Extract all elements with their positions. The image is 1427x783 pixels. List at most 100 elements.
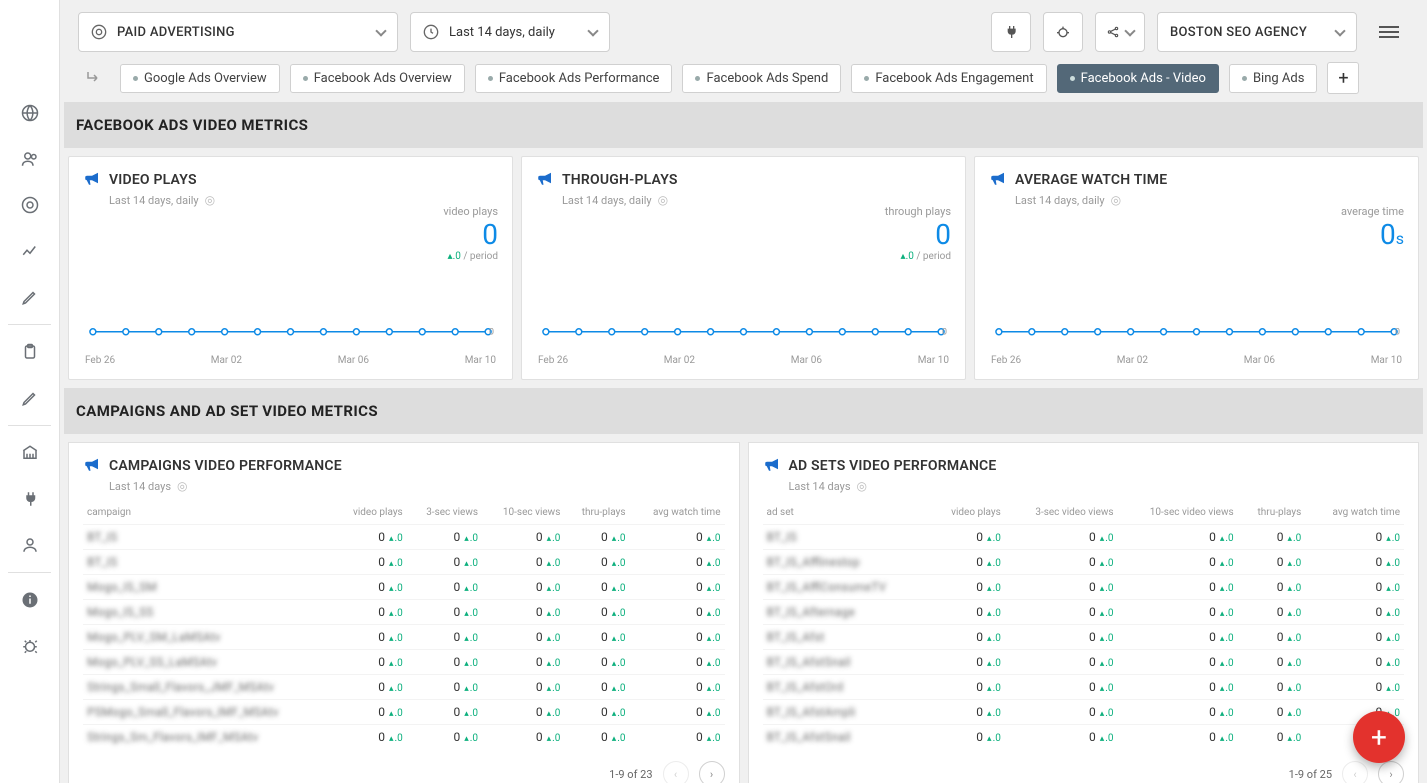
svg-text:0: 0 (942, 328, 947, 338)
row-name: BT_IS_AfflConsumeTV (767, 580, 887, 594)
cell-change: .0 (543, 683, 561, 694)
target-icon: ◎ (658, 193, 668, 207)
cell-value: 0 (1209, 680, 1216, 694)
cell-change: .0 (1283, 558, 1301, 569)
cell-change: .0 (1096, 733, 1114, 744)
table-row: BT_IS_AfstOrd0.00.00.00.00.0 (763, 675, 1405, 700)
nav-edit-icon[interactable] (0, 375, 60, 421)
nav-clipboard-icon[interactable] (0, 329, 60, 375)
cell-value: 0 (378, 580, 385, 594)
chevron-down-icon (1124, 25, 1135, 36)
cell-change: .0 (608, 533, 626, 544)
cell-value: 0 (601, 605, 608, 619)
column-header: video plays (334, 501, 407, 525)
row-name: BT_IS_Afflinestop (767, 555, 860, 569)
cell-change: .0 (460, 608, 478, 619)
nav-bank-icon[interactable] (0, 430, 60, 476)
cell-change: .0 (1096, 683, 1114, 694)
campaigns-prev-button[interactable]: ‹ (663, 761, 689, 783)
nav-globe-icon[interactable] (0, 90, 60, 136)
cell-change: .0 (1283, 708, 1301, 719)
table-row: BT_IS_AfflConsumeTV0.00.00.00.00.0 (763, 575, 1405, 600)
cell-change: .0 (1096, 533, 1114, 544)
cell-value: 0 (696, 555, 703, 569)
cell-change: .0 (1216, 533, 1234, 544)
plug-button[interactable] (991, 12, 1031, 52)
tab-0[interactable]: Google Ads Overview (120, 64, 280, 93)
cell-change: .0 (983, 533, 1001, 544)
tab-4[interactable]: Facebook Ads Engagement (851, 64, 1046, 93)
cell-value: 0 (696, 605, 703, 619)
row-name: BT_IS_Afst (767, 630, 825, 644)
metric-card-2: AVERAGE WATCH TIMELast 14 days, daily◎av… (974, 156, 1419, 380)
report-selector[interactable]: PAID ADVERTISING (78, 12, 398, 52)
share-button[interactable] (1095, 12, 1145, 52)
table-row: BT_IS0.00.00.00.00.0 (83, 525, 725, 550)
cell-change: .0 (983, 558, 1001, 569)
nav-plug-icon[interactable] (0, 476, 60, 522)
cell-value: 0 (696, 530, 703, 544)
tab-6[interactable]: Bing Ads (1229, 64, 1318, 93)
tab-2[interactable]: Facebook Ads Performance (475, 64, 673, 93)
cell-value: 0 (536, 680, 543, 694)
adsets-next-button[interactable]: › (1378, 761, 1404, 783)
add-tab-button[interactable]: + (1327, 62, 1359, 94)
cell-change: .0 (1096, 608, 1114, 619)
nav-user-icon[interactable] (0, 522, 60, 568)
date-range-label: Last 14 days, daily (449, 25, 555, 40)
cell-change: .0 (1216, 608, 1234, 619)
date-range-selector[interactable]: Last 14 days, daily (410, 12, 610, 52)
cell-change: .0 (543, 708, 561, 719)
cell-change: .0 (608, 633, 626, 644)
row-name: BT_IS_AfstOrd (767, 680, 844, 694)
cell-change: .0 (1216, 733, 1234, 744)
card-title: AVERAGE WATCH TIME (1015, 172, 1167, 188)
tab-1[interactable]: Facebook Ads Overview (290, 64, 465, 93)
table-row: Mogo_IS_SS0.00.00.00.00.0 (83, 600, 725, 625)
nav-info-icon[interactable] (0, 577, 60, 623)
cell-change: .0 (703, 583, 721, 594)
nav-target-icon[interactable] (0, 182, 60, 228)
cell-change: .0 (1216, 583, 1234, 594)
cell-change: .0 (608, 558, 626, 569)
cell-value: 0 (536, 605, 543, 619)
topbar: PAID ADVERTISING Last 14 days, daily BOS… (60, 0, 1427, 60)
cell-change: .0 (1216, 633, 1234, 644)
cell-value: 0 (378, 705, 385, 719)
row-name: Mogo_PLV_SS_LaMSAtv (87, 655, 217, 669)
tab-3[interactable]: Facebook Ads Spend (682, 64, 841, 93)
table-row: BT_IS_Afflinestop0.00.00.00.00.0 (763, 550, 1405, 575)
cell-change: .0 (460, 708, 478, 719)
bug-button[interactable] (1043, 12, 1083, 52)
campaigns-next-button[interactable]: › (699, 761, 725, 783)
cell-value: 0 (1209, 705, 1216, 719)
cell-change: .0 (1283, 533, 1301, 544)
cell-change: .0 (543, 583, 561, 594)
nav-chart-icon[interactable] (0, 228, 60, 274)
share-icon (1106, 25, 1120, 39)
nav-bug-icon[interactable] (0, 623, 60, 669)
agency-selector[interactable]: BOSTON SEO AGENCY (1157, 12, 1357, 52)
cell-value: 0 (1089, 630, 1096, 644)
cell-change: .0 (1283, 608, 1301, 619)
bullhorn-icon (83, 455, 101, 477)
adsets-prev-button[interactable]: ‹ (1342, 761, 1368, 783)
tab-5[interactable]: Facebook Ads - Video (1057, 64, 1219, 93)
chevron-down-icon (587, 25, 598, 36)
nav-pencil-icon[interactable] (0, 274, 60, 320)
menu-button[interactable] (1369, 12, 1409, 52)
row-name: Mogo_PLV_SM_LaMSAtv (87, 630, 220, 644)
report-selector-label: PAID ADVERTISING (117, 25, 235, 40)
cell-change: .0 (703, 633, 721, 644)
add-fab-button[interactable]: + (1353, 711, 1405, 763)
sparkline-chart: 0Feb 26Mar 02Mar 06Mar 10 (989, 277, 1404, 367)
row-name: Mogo_IS_SM (87, 580, 157, 594)
cell-change: .0 (703, 708, 721, 719)
nav-users-icon[interactable] (0, 136, 60, 182)
row-name: BT_IS_AfstSnail (767, 655, 851, 669)
cell-change: .0 (983, 658, 1001, 669)
section-header-1: FACEBOOK ADS VIDEO METRICS (64, 102, 1423, 148)
cell-change: .0 (1283, 633, 1301, 644)
target-icon (91, 24, 107, 40)
column-header: thru-plays (564, 501, 629, 525)
